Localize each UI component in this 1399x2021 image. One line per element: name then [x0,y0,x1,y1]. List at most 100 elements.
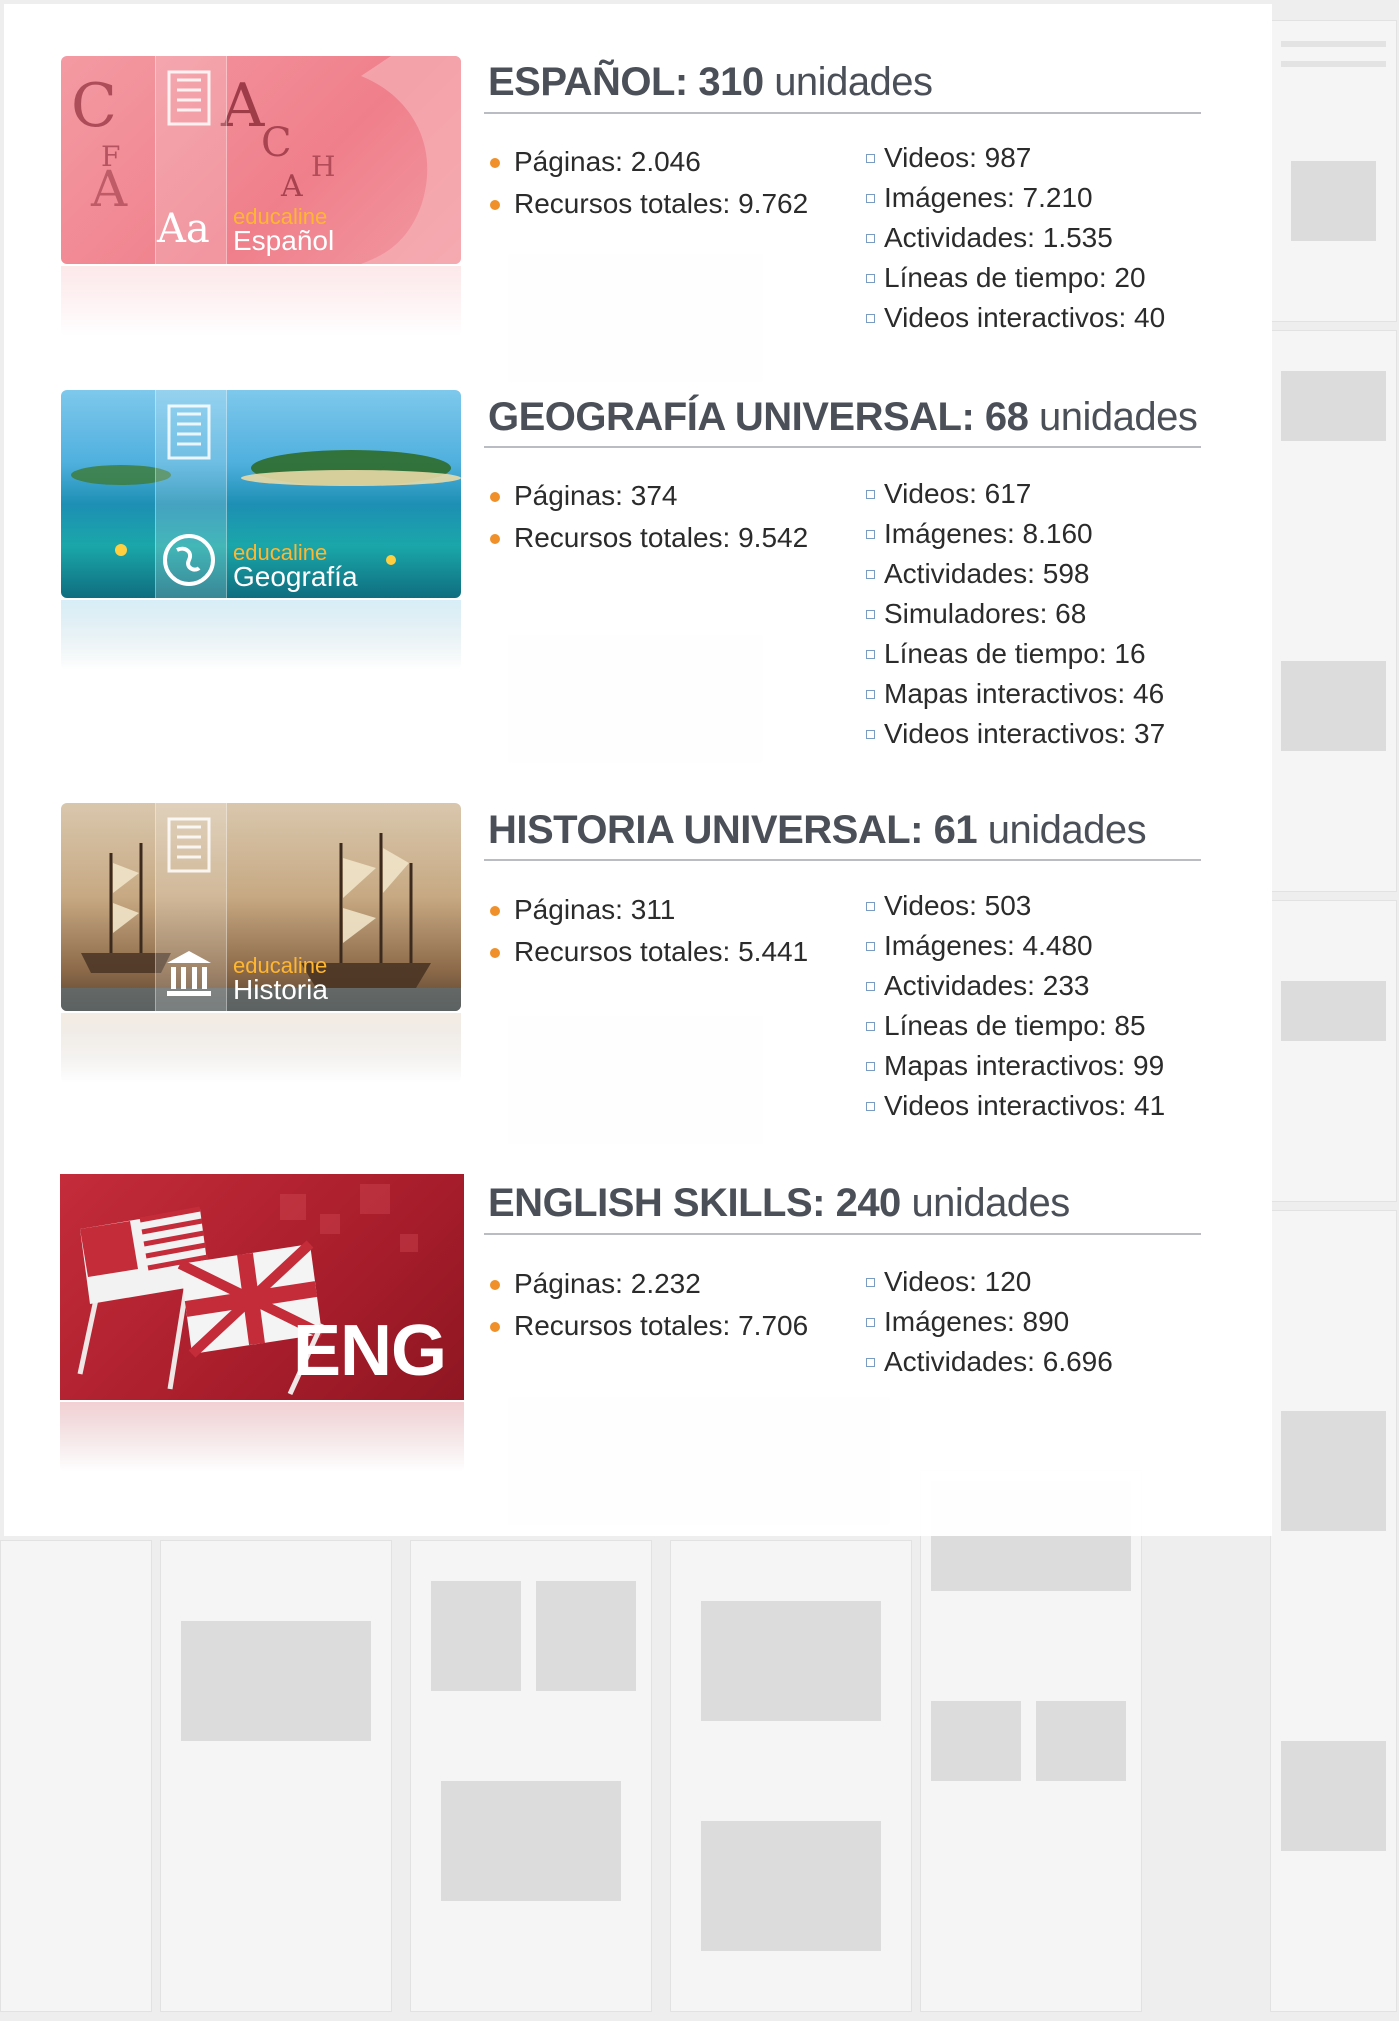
background-screenshot [1270,900,1397,1202]
stat-text: Actividades: 6.696 [884,1346,1113,1377]
square-bullet-icon [866,690,875,699]
svg-text:C: C [261,120,292,166]
bullet-icon [490,906,500,916]
stat-item: Videos interactivos: 41 [866,1086,1165,1126]
svg-text:A: A [90,160,128,218]
stat-item: Imágenes: 4.480 [866,926,1165,966]
thumbnail-reflection [60,1402,464,1472]
stat-item: Actividades: 6.696 [866,1342,1113,1382]
square-bullet-icon [866,314,875,323]
stat-item: Mapas interactivos: 46 [866,674,1165,714]
square-bullet-icon [866,942,875,951]
stat-item: Páginas: 311 [490,889,808,931]
stat-text: Recursos totales: 9.762 [514,188,809,219]
square-bullet-icon [866,154,875,163]
english-thumbnail[interactable]: ENG [60,1174,464,1400]
background-screenshot [920,1470,1142,2012]
resource-stats: Videos: 987 Imágenes: 7.210 Actividades:… [866,138,1165,338]
primary-stats: Páginas: 374 Recursos totales: 9.542 [490,475,808,559]
square-bullet-icon [866,730,875,739]
content-card: C F A A C A H Aa educaline Español ESPAÑ… [4,4,1272,1536]
stat-text: Imágenes: 890 [884,1306,1070,1337]
thumbnail-reflection [61,600,461,670]
background-screenshot [410,1540,652,2012]
title-divider [484,859,1201,861]
title-units: unidades [774,60,933,104]
primary-stats: Páginas: 2.046 Recursos totales: 9.762 [490,141,808,225]
stat-item: Videos: 120 [866,1262,1113,1302]
stat-text: Páginas: 2.046 [514,146,701,177]
bullet-icon [490,200,500,210]
stat-item: Actividades: 1.535 [866,218,1165,258]
stat-text: Recursos totales: 9.542 [514,522,809,553]
bullet-icon [490,492,500,502]
stat-text: Recursos totales: 7.706 [514,1310,809,1341]
stat-text: Líneas de tiempo: 85 [884,1010,1146,1041]
stat-item: Páginas: 2.232 [490,1263,808,1305]
square-bullet-icon [866,982,875,991]
title-units: unidades [1039,395,1198,439]
stat-text: Videos: 503 [884,890,1032,921]
stat-item: Videos: 617 [866,474,1165,514]
stat-item: Recursos totales: 5.441 [490,931,808,973]
square-bullet-icon [866,610,875,619]
historia-thumbnail[interactable]: educaline Historia [61,803,461,1011]
background-screenshot [670,1540,912,2012]
stat-item: Videos: 987 [866,138,1165,178]
square-bullet-icon [866,530,875,539]
stat-text: Páginas: 374 [514,480,678,511]
svg-text:A: A [280,169,303,204]
stat-text: Imágenes: 4.480 [884,930,1093,961]
square-bullet-icon [866,902,875,911]
thumbnail-reflection [61,1013,461,1083]
stat-text: Videos interactivos: 40 [884,302,1166,333]
svg-text:H: H [311,150,335,183]
stat-item: Páginas: 374 [490,475,808,517]
square-bullet-icon [866,1062,875,1071]
resource-stats: Videos: 503 Imágenes: 4.480 Actividades:… [866,886,1165,1126]
eng-label: ENG [292,1311,447,1391]
resource-stats: Videos: 617 Imágenes: 8.160 Actividades:… [866,474,1165,754]
stat-item: Actividades: 598 [866,554,1165,594]
subject-label: Español [233,225,335,256]
primary-stats: Páginas: 2.232 Recursos totales: 7.706 [490,1263,808,1347]
title-units: unidades [987,808,1147,852]
background-screenshot [160,1540,392,2012]
stat-item: Actividades: 233 [866,966,1165,1006]
section-title: ESPAÑOL: 310 unidades [488,59,933,105]
museum-icon [167,951,211,996]
section-title: ENGLISH SKILLS: 240 unidades [488,1180,1070,1226]
stat-text: Líneas de tiempo: 16 [884,638,1146,669]
espanol-thumbnail[interactable]: C F A A C A H Aa educaline Español [61,56,461,264]
stat-item: Líneas de tiempo: 20 [866,258,1165,298]
title-count: ENGLISH SKILLS: 240 [488,1181,901,1225]
title-divider [484,446,1201,448]
stat-item: Recursos totales: 9.762 [490,183,808,225]
stat-item: Líneas de tiempo: 85 [866,1006,1165,1046]
square-bullet-icon [866,1278,875,1287]
stat-text: Recursos totales: 5.441 [514,936,809,967]
stat-item: Recursos totales: 9.542 [490,517,808,559]
square-bullet-icon [866,1102,875,1111]
geografia-thumbnail[interactable]: educaline Geografía [61,390,461,598]
square-bullet-icon [866,650,875,659]
resource-stats: Videos: 120 Imágenes: 890 Actividades: 6… [866,1262,1113,1382]
background-screenshot [1270,330,1397,892]
stat-text: Actividades: 233 [884,970,1090,1001]
square-bullet-icon [866,490,875,499]
title-count: HISTORIA UNIVERSAL: 61 [488,808,978,852]
stat-text: Videos interactivos: 41 [884,1090,1166,1121]
stat-item: Videos interactivos: 40 [866,298,1165,338]
square-bullet-icon [866,234,875,243]
stat-item: Imágenes: 7.210 [866,178,1165,218]
bullet-icon [490,948,500,958]
educaline-logo-icon [167,70,211,126]
square-bullet-icon [866,194,875,203]
background-screenshot [1270,1210,1397,2012]
bullet-icon [490,1280,500,1290]
square-bullet-icon [866,570,875,579]
stat-text: Actividades: 598 [884,558,1090,589]
stat-item: Videos: 503 [866,886,1165,926]
stat-text: Videos interactivos: 37 [884,718,1166,749]
educaline-logo-icon [167,817,211,873]
